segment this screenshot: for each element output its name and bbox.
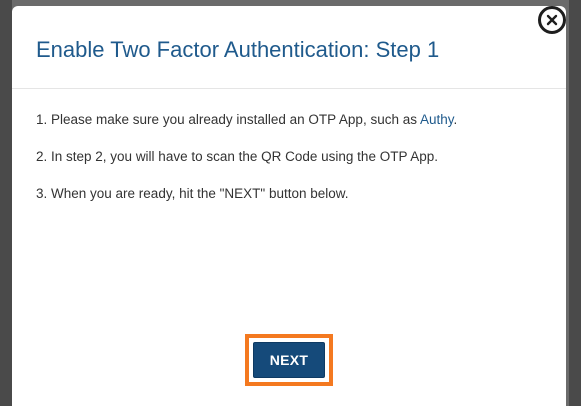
modal-body: 1. Please make sure you already installe… bbox=[36, 109, 546, 205]
step-1-period: . bbox=[453, 112, 458, 127]
step-2: 2. In step 2, you will have to scan the … bbox=[36, 149, 438, 164]
step-3: 3. When you are ready, hit the "NEXT" bu… bbox=[36, 186, 349, 201]
overlay-edge-left bbox=[0, 0, 12, 406]
authy-link[interactable]: Authy bbox=[420, 112, 454, 127]
overlay-edge-right bbox=[569, 0, 581, 406]
modal-footer: NEXT bbox=[12, 334, 566, 386]
step-1: 1. Please make sure you already installe… bbox=[36, 109, 536, 131]
next-button[interactable]: NEXT bbox=[252, 342, 326, 378]
modal-title: Enable Two Factor Authentication: Step 1 bbox=[36, 37, 440, 62]
close-icon bbox=[546, 14, 558, 26]
next-button-highlight: NEXT bbox=[244, 334, 334, 386]
close-button[interactable] bbox=[538, 6, 566, 34]
step-1-text: 1. Please make sure you already installe… bbox=[36, 112, 417, 127]
two-factor-modal: Enable Two Factor Authentication: Step 1… bbox=[12, 6, 566, 406]
header-divider bbox=[12, 88, 566, 89]
